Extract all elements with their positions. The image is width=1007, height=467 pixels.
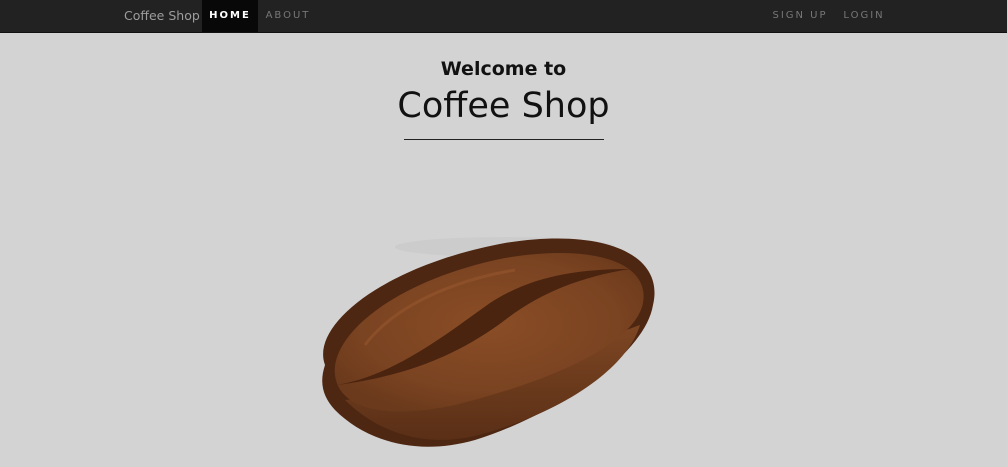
nav-signup-link[interactable]: SIGN UP xyxy=(765,0,835,32)
nav-home-link[interactable]: HOME xyxy=(202,0,258,32)
page-title: Coffee Shop xyxy=(397,86,610,126)
coffee-bean-image xyxy=(322,237,655,447)
top-navbar: Coffee Shop HOME ABOUT SIGN UP LOGIN xyxy=(0,0,1007,33)
title-underline xyxy=(404,139,604,140)
nav-about-link[interactable]: ABOUT xyxy=(258,0,318,32)
nav-login-link[interactable]: LOGIN xyxy=(837,0,891,32)
brand-link[interactable]: Coffee Shop xyxy=(124,0,200,32)
welcome-heading: Welcome to xyxy=(440,58,567,80)
